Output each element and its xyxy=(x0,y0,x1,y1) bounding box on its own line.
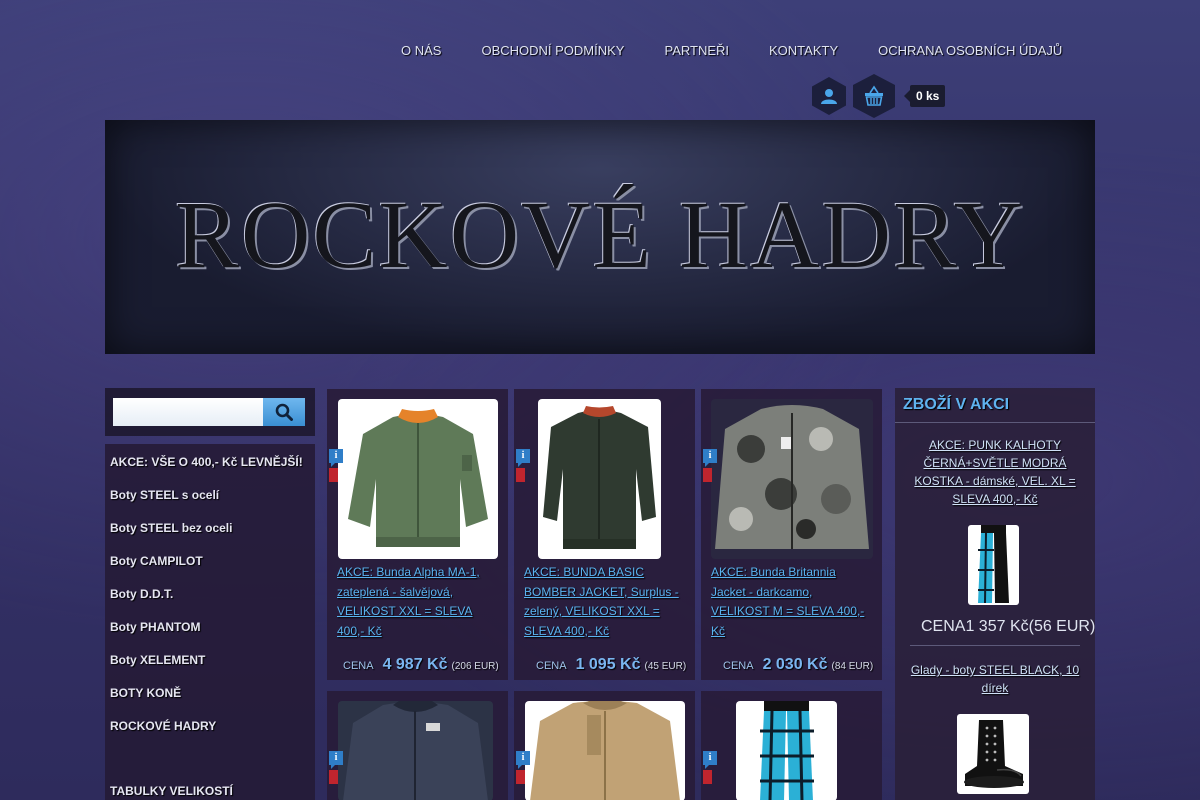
promo-item-image[interactable] xyxy=(968,525,1019,605)
sidebar-item-phantom[interactable]: Boty PHANTOM xyxy=(110,620,200,634)
promo-item-image[interactable] xyxy=(957,714,1029,794)
sidebar-item-xelement[interactable]: Boty XELEMENT xyxy=(110,653,205,667)
nav-link-privacy[interactable]: OCHRANA OSOBNÍCH ÚDAJŮ xyxy=(858,40,1082,61)
product-image[interactable] xyxy=(338,399,498,559)
sidebar-item-steel-with-steel[interactable]: Boty STEEL s ocelí xyxy=(110,488,219,502)
price-value: 1 357 Kč xyxy=(965,618,1029,635)
product-card[interactable]: i AKCE: BUNDA BASIC BOMBER JACKET, Surpl… xyxy=(514,389,695,680)
price-eur: (206 EUR) xyxy=(451,661,499,672)
jacket-image xyxy=(543,406,656,549)
jacket-image xyxy=(343,701,488,800)
product-price: CENA 2 030 Kč (84 EUR) xyxy=(723,656,873,674)
jacket-image xyxy=(348,409,488,547)
product-price: CENA 1 095 Kč (45 EUR) xyxy=(536,656,686,674)
product-image[interactable] xyxy=(711,399,873,559)
sale-panel-heading: ZBOŽÍ V AKCI xyxy=(895,388,1095,423)
jacket-image xyxy=(715,405,869,549)
sale-flag-icon xyxy=(703,770,712,784)
price-label: CENA xyxy=(536,660,567,672)
product-image[interactable] xyxy=(538,399,661,559)
sale-flag-icon xyxy=(703,468,712,482)
sale-flag-icon xyxy=(516,770,525,784)
info-icon[interactable]: i xyxy=(703,751,717,769)
product-title-link[interactable]: AKCE: Bunda Britannia Jacket - darkcamo,… xyxy=(711,563,873,641)
cart-button[interactable] xyxy=(853,74,895,118)
nav-link-partners[interactable]: PARTNEŘI xyxy=(644,40,749,61)
search-input[interactable] xyxy=(113,398,263,426)
product-image[interactable] xyxy=(525,701,685,800)
product-title-link[interactable]: AKCE: Bunda Alpha MA-1, zateplená - šalv… xyxy=(337,563,499,641)
product-price: CENA 4 987 Kč (206 EUR) xyxy=(343,656,499,674)
promo-item-price: CENA 1 357 Kč (56 EUR) xyxy=(921,618,1095,636)
user-account-button[interactable] xyxy=(812,77,846,115)
user-icon xyxy=(821,89,837,104)
pants-image xyxy=(978,525,1009,604)
product-card[interactable]: i xyxy=(514,691,695,800)
jacket-image xyxy=(530,701,680,800)
sidebar-item-sale[interactable]: AKCE: VŠE O 400,- Kč LEVNĚJŠÍ! xyxy=(110,455,303,469)
price-eur: (56 EUR) xyxy=(1028,618,1096,635)
info-icon[interactable]: i xyxy=(329,449,343,467)
product-card[interactable]: i AKCE: Bunda Alpha MA-1, zateplená - ša… xyxy=(327,389,508,680)
price-label: CENA xyxy=(921,618,966,635)
search-box xyxy=(105,388,315,436)
site-title: ROCKOVÉ HADRY xyxy=(174,180,1026,288)
price-value: 2 030 Kč xyxy=(762,656,828,673)
pants-image xyxy=(760,701,814,800)
divider xyxy=(910,645,1080,646)
promo-item-title[interactable]: Glady - boty STEEL BLACK, 10 dírek xyxy=(907,661,1083,697)
info-icon[interactable]: i xyxy=(329,751,343,769)
product-card[interactable]: i xyxy=(327,691,508,800)
category-sidebar: AKCE: VŠE O 400,- Kč LEVNĚJŠÍ! Boty STEE… xyxy=(105,444,315,800)
sidebar-item-campilot[interactable]: Boty CAMPILOT xyxy=(110,554,203,568)
price-value: 4 987 Kč xyxy=(382,656,448,673)
nav-link-terms[interactable]: OBCHODNÍ PODMÍNKY xyxy=(461,40,644,61)
cart-count-badge[interactable]: 0 ks xyxy=(903,85,946,107)
search-button[interactable] xyxy=(263,398,305,426)
site-banner[interactable]: ROCKOVÉ HADRY xyxy=(105,120,1095,354)
price-eur: (45 EUR) xyxy=(644,661,687,672)
boot-image xyxy=(964,720,1024,788)
top-navigation: O NÁS OBCHODNÍ PODMÍNKY PARTNEŘI KONTAKT… xyxy=(381,40,1082,61)
basket-icon xyxy=(865,85,883,106)
price-label: CENA xyxy=(723,660,754,672)
product-card[interactable]: i AKCE: Bunda Britannia Jacket - darkcam… xyxy=(701,389,882,680)
info-icon[interactable]: i xyxy=(516,449,530,467)
price-value: 1 095 Kč xyxy=(575,656,641,673)
sale-flag-icon xyxy=(329,770,338,784)
sidebar-item-kone[interactable]: BOTY KONĚ xyxy=(110,686,181,700)
price-eur: (84 EUR) xyxy=(831,661,874,672)
sale-items-panel: ZBOŽÍ V AKCI AKCE: PUNK KALHOTY ČERNÁ+SV… xyxy=(895,388,1095,800)
product-card[interactable]: i xyxy=(701,691,882,800)
product-title-link[interactable]: AKCE: BUNDA BASIC BOMBER JACKET, Surplus… xyxy=(524,563,686,641)
sale-flag-icon xyxy=(329,468,338,482)
sale-flag-icon xyxy=(516,468,525,482)
product-image[interactable] xyxy=(736,701,837,800)
magnifier-icon xyxy=(275,403,293,421)
nav-link-contacts[interactable]: KONTAKTY xyxy=(749,40,858,61)
sidebar-item-size-tables[interactable]: TABULKY VELIKOSTÍ xyxy=(110,784,233,798)
info-icon[interactable]: i xyxy=(703,449,717,467)
info-icon[interactable]: i xyxy=(516,751,530,769)
price-label: CENA xyxy=(343,660,374,672)
sidebar-item-ddt[interactable]: Boty D.D.T. xyxy=(110,587,173,601)
promo-item-title[interactable]: AKCE: PUNK KALHOTY ČERNÁ+SVĚTLE MODRÁ KO… xyxy=(907,436,1083,508)
nav-link-about[interactable]: O NÁS xyxy=(381,40,461,61)
sidebar-item-rockove-hadry[interactable]: ROCKOVÉ HADRY xyxy=(110,719,216,733)
product-image[interactable] xyxy=(338,701,493,800)
sidebar-item-steel-without-steel[interactable]: Boty STEEL bez oceli xyxy=(110,521,232,535)
